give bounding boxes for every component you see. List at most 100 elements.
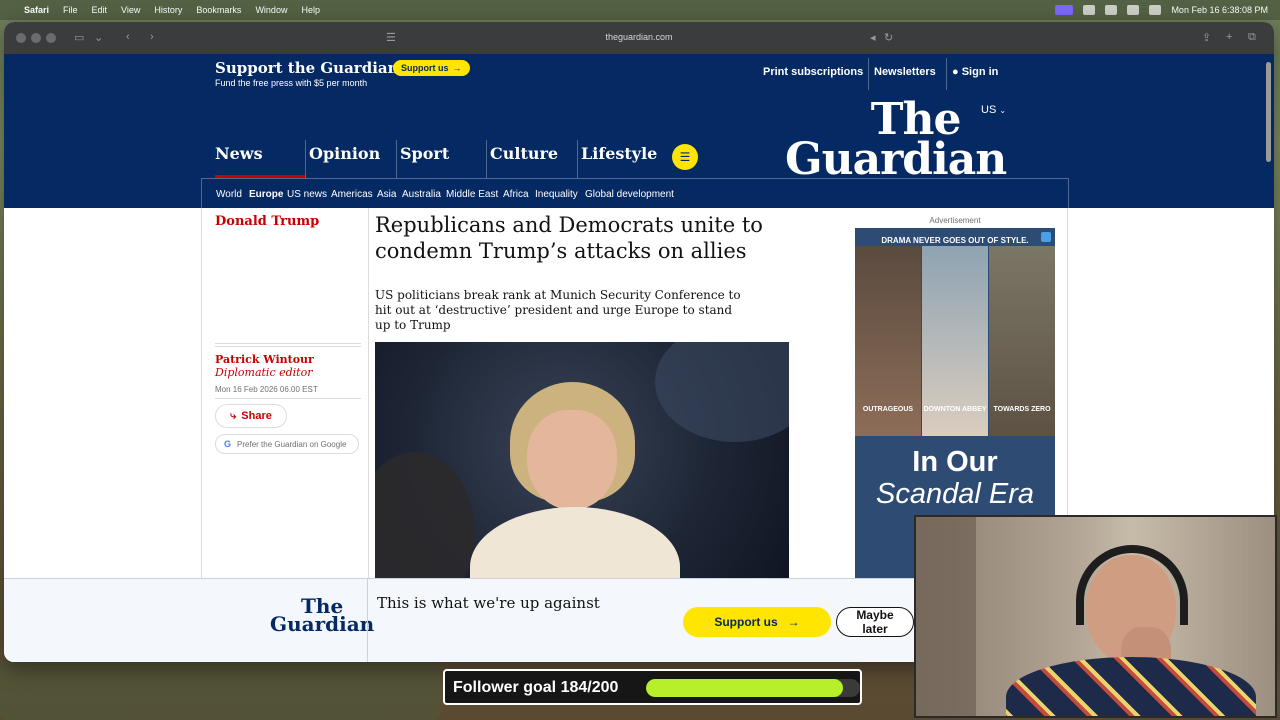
support-us-button[interactable]: Support us → bbox=[393, 60, 470, 76]
zoom-window-button[interactable] bbox=[46, 33, 56, 43]
prefer-on-google-label: Prefer the Guardian on Google bbox=[237, 439, 347, 449]
menu-button[interactable]: ☰ bbox=[672, 144, 698, 170]
follower-goal-widget: Follower goal 184/200 bbox=[443, 669, 862, 705]
browser-toolbar: ▭ ⌄ ‹ › ☰ theguardian.com ◂ ↻ ⇪ + ⧉ bbox=[4, 22, 1274, 54]
subnav-middle-east[interactable]: Middle East bbox=[446, 189, 498, 200]
divider bbox=[305, 140, 306, 178]
back-icon[interactable]: ‹ bbox=[126, 31, 130, 43]
share-icon[interactable]: ⇪ bbox=[1202, 31, 1211, 44]
photo-foreground bbox=[375, 452, 475, 592]
divider bbox=[946, 58, 947, 90]
wifi-icon[interactable] bbox=[1127, 5, 1140, 15]
photo-background bbox=[655, 342, 789, 442]
pillar-news[interactable]: News bbox=[215, 144, 263, 163]
follower-goal-track bbox=[646, 679, 860, 697]
ad-caption: TOWARDS ZERO bbox=[993, 406, 1051, 413]
menu-help[interactable]: Help bbox=[301, 5, 320, 15]
forward-icon[interactable]: › bbox=[150, 31, 154, 43]
hamburger-icon: ☰ bbox=[679, 150, 691, 164]
tab-overview-icon[interactable]: ⧉ bbox=[1248, 31, 1256, 44]
author-role: Diplomatic editor bbox=[215, 366, 313, 379]
arrow-right-icon: → bbox=[787, 615, 800, 629]
divider bbox=[396, 140, 397, 178]
photo-subject-face bbox=[527, 410, 617, 510]
maybe-later-button[interactable]: Maybe later bbox=[836, 607, 914, 637]
ad-headline-1: In Our bbox=[912, 446, 998, 478]
tray-icon[interactable] bbox=[1083, 5, 1096, 15]
logo-line-2: Guardian bbox=[785, 134, 1007, 185]
article-main-image bbox=[375, 342, 789, 592]
menu-app-safari[interactable]: Safari bbox=[24, 5, 49, 15]
pillar-lifestyle[interactable]: Lifestyle bbox=[581, 144, 657, 163]
pillar-sport[interactable]: Sport bbox=[400, 144, 449, 163]
follower-goal-text: Follower goal 184/200 bbox=[453, 679, 619, 696]
menu-bookmarks[interactable]: Bookmarks bbox=[196, 5, 241, 15]
wallpaper-tree-right bbox=[860, 660, 920, 720]
share-label: Share bbox=[241, 410, 272, 422]
article-standfirst: US politicians break rank at Munich Secu… bbox=[375, 288, 741, 332]
divider bbox=[367, 579, 368, 662]
sidebar-icon[interactable]: ▭ bbox=[74, 31, 84, 44]
subnav-us-news[interactable]: US news bbox=[287, 189, 327, 200]
advertisement-label: Advertisement bbox=[929, 216, 981, 225]
subnav-world[interactable]: World bbox=[216, 189, 242, 200]
menu-file[interactable]: File bbox=[63, 5, 78, 15]
control-center-icon[interactable] bbox=[1149, 5, 1162, 15]
chevron-down-icon[interactable]: ⌄ bbox=[94, 31, 103, 44]
share-button[interactable]: ⤷ Share bbox=[215, 404, 287, 428]
reload-icon[interactable]: ↻ bbox=[884, 31, 893, 44]
new-tab-icon[interactable]: + bbox=[1226, 31, 1232, 43]
guardian-header: US ⌄ The Guardian News Opinion Sport Cul… bbox=[4, 94, 1274, 209]
screen-record-icon[interactable] bbox=[1055, 5, 1074, 15]
sign-in-label: Sign in bbox=[961, 66, 999, 78]
banner-support-label: Support us bbox=[714, 615, 778, 629]
subnav-americas[interactable]: Americas bbox=[331, 189, 373, 200]
banner-support-us-button[interactable]: Support us → bbox=[683, 607, 831, 637]
prefer-on-google-button[interactable]: G Prefer the Guardian on Google bbox=[215, 434, 359, 454]
divider bbox=[577, 140, 578, 178]
ad-headline-2: Scandal Era bbox=[876, 478, 1034, 510]
subnav-australia[interactable]: Australia bbox=[402, 189, 441, 200]
pillar-opinion[interactable]: Opinion bbox=[309, 144, 380, 163]
menu-view[interactable]: View bbox=[121, 5, 140, 15]
close-window-button[interactable] bbox=[16, 33, 26, 43]
menubar-clock[interactable]: Mon Feb 16 6:38:08 PM bbox=[1171, 5, 1268, 15]
menu-edit[interactable]: Edit bbox=[92, 5, 108, 15]
menu-history[interactable]: History bbox=[154, 5, 182, 15]
pillar-culture[interactable]: Culture bbox=[490, 144, 558, 163]
macos-menubar: Safari File Edit View History Bookmarks … bbox=[0, 0, 1280, 20]
subnav-europe[interactable]: Europe bbox=[249, 189, 283, 200]
wallpaper-tree-left bbox=[0, 660, 440, 720]
author-link[interactable]: Patrick Wintour bbox=[215, 353, 314, 366]
menu-window[interactable]: Window bbox=[255, 5, 287, 15]
banner-logo-line-2: Guardian bbox=[270, 612, 375, 636]
ad-tagline: DRAMA NEVER GOES OUT OF STYLE. bbox=[881, 236, 1029, 245]
newsletters-link[interactable]: Newsletters bbox=[874, 66, 936, 78]
page-scrollbar[interactable] bbox=[1266, 62, 1271, 162]
google-icon: G bbox=[224, 439, 232, 449]
sign-in-link[interactable]: ● Sign in bbox=[952, 66, 998, 78]
arrow-right-icon: → bbox=[452, 63, 462, 73]
article-kicker[interactable]: Donald Trump bbox=[215, 214, 319, 229]
divider bbox=[486, 140, 487, 178]
subnav-africa[interactable]: Africa bbox=[503, 189, 529, 200]
support-us-label: Support us bbox=[401, 63, 449, 73]
minimize-window-button[interactable] bbox=[31, 33, 41, 43]
webcam-overlay bbox=[914, 515, 1277, 718]
tray-icon[interactable] bbox=[1105, 5, 1118, 15]
divider bbox=[868, 58, 869, 90]
byline-rule bbox=[215, 343, 361, 349]
subnav-asia[interactable]: Asia bbox=[377, 189, 396, 200]
article-headline: Republicans and Democrats unite to conde… bbox=[375, 213, 763, 263]
print-subscriptions-link[interactable]: Print subscriptions bbox=[763, 66, 863, 78]
subnav-inequality[interactable]: Inequality bbox=[535, 189, 578, 200]
ad-caption: OUTRAGEOUS bbox=[862, 406, 914, 413]
follower-goal-fill bbox=[646, 679, 843, 697]
page-menu-icon[interactable]: ☰ bbox=[386, 31, 396, 44]
address-bar[interactable]: theguardian.com bbox=[564, 32, 714, 42]
guardian-logo[interactable]: The Guardian bbox=[785, 98, 1007, 185]
subnav-global-development[interactable]: Global development bbox=[585, 189, 674, 200]
publish-date: Mon 16 Feb 2026 06.00 EST bbox=[215, 385, 318, 394]
speaker-icon[interactable]: ◂ bbox=[870, 31, 876, 44]
ad-caption: DOWNTON ABBEY bbox=[923, 406, 987, 413]
